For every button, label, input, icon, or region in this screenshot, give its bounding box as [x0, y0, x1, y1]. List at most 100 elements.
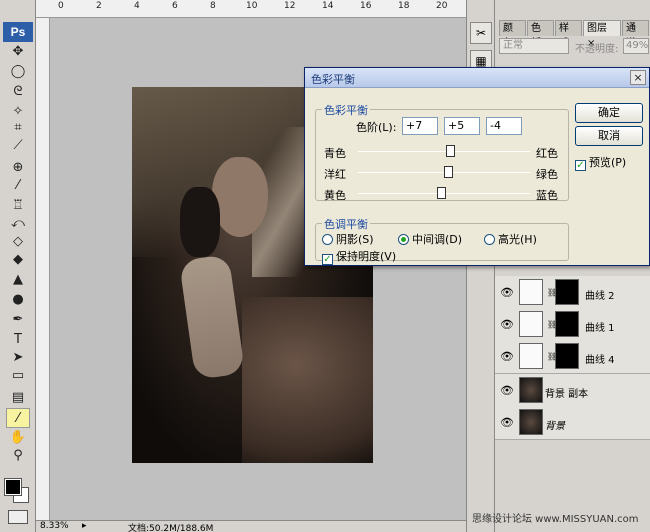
hand-tool-icon[interactable]: ✋	[6, 428, 30, 448]
slider-thumb[interactable]	[446, 145, 456, 157]
zoom-tool-icon[interactable]: ⚲	[6, 446, 30, 466]
tab-channels[interactable]: 通道	[622, 20, 649, 49]
slider-thumb[interactable]	[436, 187, 446, 199]
ruler-label: 4	[134, 1, 140, 11]
radio-midtones[interactable]: 中间调(D)	[398, 231, 462, 247]
slider-cyan-red: 青色 红色	[316, 144, 566, 160]
ok-button[interactable]: 确定	[575, 103, 643, 123]
slider-track[interactable]	[358, 151, 530, 152]
slider-right-label: 绿色	[536, 168, 558, 181]
levels-label: 色阶(L):	[356, 121, 397, 134]
marquee-tool-icon[interactable]: ◯	[6, 62, 30, 82]
eye-icon[interactable]: 👁	[500, 384, 514, 397]
tab-layers-label: 图层	[587, 23, 607, 34]
level-input-magenta-green[interactable]: +5	[444, 117, 480, 135]
tab-styles[interactable]: 样式	[555, 20, 582, 49]
path-selection-tool-icon[interactable]: ➤	[6, 348, 30, 368]
level-input-cyan-red[interactable]: +7	[402, 117, 438, 135]
dodge-tool-icon[interactable]: ●	[6, 290, 30, 310]
eraser-tool-icon[interactable]: ◇	[6, 232, 30, 252]
curves-thumbnail	[519, 311, 543, 337]
ruler-left	[36, 18, 50, 520]
mask-thumbnail[interactable]	[555, 343, 579, 369]
blur-tool-icon[interactable]: ▲	[6, 270, 30, 290]
healing-brush-tool-icon[interactable]: ⊕	[6, 158, 30, 178]
ruler-label: 18	[398, 1, 410, 11]
dialog-title-bar[interactable]: 色彩平衡 ×	[305, 68, 649, 88]
slider-yellow-blue: 黄色 蓝色	[316, 186, 566, 202]
crop-tool-icon[interactable]: ⌗	[6, 118, 30, 138]
tab-swatches[interactable]: 色板	[527, 20, 554, 49]
tab-layers[interactable]: 图层 ×	[583, 20, 621, 49]
curves-thumbnail	[519, 279, 543, 305]
eye-icon[interactable]: 👁	[500, 350, 514, 363]
slider-right-label: 蓝色	[536, 189, 558, 202]
layer-row[interactable]: 👁 背景 副本	[495, 374, 650, 408]
tone-balance-group: 色调平衡 阴影(S) 中间调(D) 高光(H) ✓ 保持明度(V)	[315, 216, 569, 265]
radio-label: 阴影(S)	[336, 233, 374, 246]
paint-bucket-tool-icon[interactable]: ◆	[6, 250, 30, 270]
ruler-label: 6	[172, 1, 178, 11]
shape-tool-icon[interactable]: ▭	[6, 366, 30, 386]
move-tool-icon[interactable]: ✥	[6, 42, 30, 62]
ruler-label: 0	[58, 1, 64, 11]
slider-left-label: 洋红	[324, 168, 346, 181]
status-arrow-icon[interactable]: ▸	[82, 521, 87, 531]
layer-row[interactable]: 👁 背景	[495, 406, 650, 440]
layer-name: 背景 副本	[545, 389, 589, 400]
document-size: 文档:50.2M/188.6M	[128, 524, 214, 532]
clone-stamp-tool-icon[interactable]: ♖	[6, 196, 30, 216]
eyedropper-tool-icon[interactable]: ⁄	[6, 408, 30, 428]
pen-tool-icon[interactable]: ✒	[6, 310, 30, 330]
ps-logo[interactable]: Ps	[3, 22, 33, 42]
color-balance-group: 色彩平衡 色阶(L): +7 +5 -4 青色 红色 洋红 绿色 黄色 蓝色	[315, 102, 569, 202]
radio-highlights[interactable]: 高光(H)	[484, 231, 537, 247]
eye-icon[interactable]: 👁	[500, 318, 514, 331]
eye-icon[interactable]: 👁	[500, 286, 514, 299]
mask-thumbnail[interactable]	[555, 279, 579, 305]
color-balance-dialog: 色彩平衡 × 色彩平衡 色阶(L): +7 +5 -4 青色 红色 洋红 绿色 …	[304, 67, 650, 266]
ruler-label: 2	[96, 1, 102, 11]
lasso-tool-icon[interactable]: ᘓ	[6, 82, 30, 102]
checkmark-icon: ✓	[322, 254, 333, 265]
cancel-button[interactable]: 取消	[575, 126, 643, 146]
glove-shape	[178, 254, 246, 380]
layer-thumbnail	[519, 409, 543, 435]
radio-dot	[322, 234, 333, 245]
ruler-label: 10	[246, 1, 258, 11]
type-tool-icon[interactable]: T	[6, 330, 30, 350]
layer-row[interactable]: 👁 ⛓ 曲线 4	[495, 340, 650, 374]
color-balance-legend: 色彩平衡	[322, 102, 370, 118]
tone-balance-legend: 色调平衡	[322, 216, 370, 232]
tab-color[interactable]: 颜色	[499, 20, 526, 49]
opacity-input[interactable]: 49%	[623, 38, 649, 54]
layer-row[interactable]: 👁 ⛓ 曲线 2	[495, 276, 650, 310]
level-input-yellow-blue[interactable]: -4	[486, 117, 522, 135]
checkbox-label: 保持明度(V)	[336, 250, 397, 263]
slice-tool-icon[interactable]: ⟋	[6, 136, 30, 156]
close-icon[interactable]: ×	[630, 70, 646, 85]
preserve-luminosity-checkbox[interactable]: ✓ 保持明度(V)	[322, 248, 396, 265]
checkmark-icon: ✓	[575, 160, 586, 171]
eye-icon[interactable]: 👁	[500, 416, 514, 429]
layer-thumbnail	[519, 377, 543, 403]
slider-left-label: 黄色	[324, 189, 346, 202]
foreground-color-swatch[interactable]	[4, 478, 22, 496]
quick-mask-button[interactable]	[8, 510, 28, 524]
layer-name: 曲线 1	[585, 323, 615, 334]
brush-tool-icon[interactable]: ⁄	[6, 176, 30, 196]
blend-mode-select[interactable]: 正常	[499, 38, 569, 54]
mask-thumbnail[interactable]	[555, 311, 579, 337]
preview-checkbox[interactable]: ✓ 预览(P)	[575, 154, 626, 171]
radio-shadows[interactable]: 阴影(S)	[322, 231, 374, 247]
watermark: 思缘设计论坛 www.MISSYUAN.com	[472, 514, 639, 525]
zoom-level[interactable]: 8.33%	[40, 521, 69, 531]
toolbox: Ps ✥ ◯ ᘓ ✧ ⌗ ⟋ ⊕ ⁄ ♖ ⤺ ◇ ◆ ▲ ● ✒ T ➤ ▭ ▤…	[0, 0, 36, 532]
tool-presets-icon[interactable]: ✂	[470, 22, 492, 44]
notes-tool-icon[interactable]: ▤	[6, 388, 30, 408]
layer-row[interactable]: 👁 ⛓ 曲线 1	[495, 308, 650, 342]
opacity-label: 不透明度:	[575, 44, 619, 55]
history-brush-tool-icon[interactable]: ⤺	[6, 214, 30, 234]
layer-name: 曲线 2	[585, 291, 615, 302]
slider-thumb[interactable]	[444, 166, 454, 178]
